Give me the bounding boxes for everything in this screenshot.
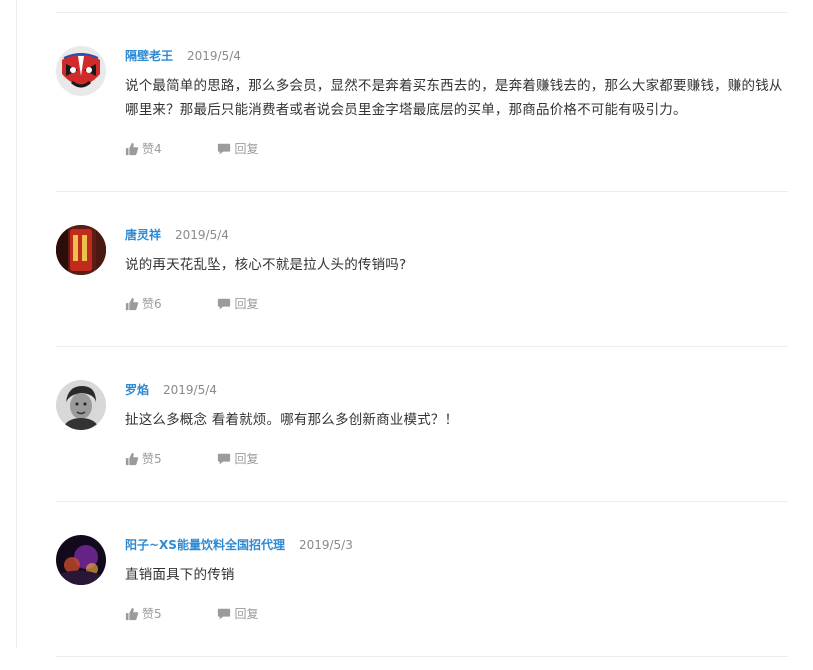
comment-divider (56, 191, 788, 192)
reply-button[interactable]: 回复 (217, 140, 258, 157)
comment-meta: 隔壁老王 2019/5/4 (125, 46, 788, 66)
reply-label: 回复 (234, 607, 259, 621)
comment-item: 罗焰 2019/5/4 扯这么多概念 看着就烦。哪有那么多创新商业模式？！ 赞5 … (56, 380, 788, 502)
comment-actions: 赞5 回复 (125, 605, 788, 625)
reply-button[interactable]: 回复 (217, 450, 258, 467)
like-button[interactable]: 赞6 (125, 295, 162, 312)
comment-text: 直销面具下的传销 (125, 567, 235, 583)
comment-text: 说的再天花乱坠，核心不就是拉人头的传销吗? (125, 257, 407, 273)
speech-bubble-icon (218, 298, 231, 309)
like-count: 赞6 (142, 297, 162, 311)
comment-item: 阳子~XS能量饮料全国招代理 2019/5/3 直销面具下的传销 赞5 回复 (56, 535, 788, 657)
comment-body: 阳子~XS能量饮料全国招代理 2019/5/3 直销面具下的传销 赞5 回复 (125, 535, 788, 625)
avatar[interactable] (56, 46, 106, 96)
comment-meta: 阳子~XS能量饮料全国招代理 2019/5/3 (125, 535, 788, 555)
author-name[interactable]: 罗焰 (125, 383, 149, 397)
thumbs-up-icon (125, 297, 139, 310)
comment-divider (56, 346, 788, 347)
comment-body: 隔壁老王 2019/5/4 说个最简单的思路，那么多会员，显然不是奔着买东西去的，… (125, 46, 788, 160)
left-rule (16, 0, 17, 648)
comment-body: 唐灵祥 2019/5/4 说的再天花乱坠，核心不就是拉人头的传销吗? 赞6 回复 (125, 225, 788, 315)
comment-item: 唐灵祥 2019/5/4 说的再天花乱坠，核心不就是拉人头的传销吗? 赞6 回复 (56, 225, 788, 347)
thumbs-up-icon (125, 142, 139, 155)
speech-bubble-icon (218, 453, 231, 464)
comment-meta: 罗焰 2019/5/4 (125, 380, 788, 400)
comment-divider (56, 501, 788, 502)
like-count: 赞5 (142, 452, 162, 466)
comment-body: 罗焰 2019/5/4 扯这么多概念 看着就烦。哪有那么多创新商业模式？！ 赞5 … (125, 380, 788, 470)
thumbs-up-icon (125, 607, 139, 620)
comment-text: 扯这么多概念 看着就烦。哪有那么多创新商业模式？！ (125, 412, 459, 428)
comment-meta: 唐灵祥 2019/5/4 (125, 225, 788, 245)
comment-actions: 赞6 回复 (125, 295, 788, 315)
lantern-avatar-image (56, 225, 106, 275)
like-button[interactable]: 赞5 (125, 605, 162, 622)
reply-label: 回复 (234, 452, 259, 466)
comment-text: 说个最简单的思路，那么多会员，显然不是奔着买东西去的，是奔着赚钱去的，那么大家都… (125, 78, 783, 118)
comment-date: 2019/5/3 (298, 538, 353, 552)
reply-button[interactable]: 回复 (217, 295, 258, 312)
top-divider (56, 12, 788, 13)
speech-bubble-icon (218, 608, 231, 619)
like-button[interactable]: 赞4 (125, 140, 162, 157)
night-lights-avatar-image (56, 535, 106, 585)
comment-item: 隔壁老王 2019/5/4 说个最简单的思路，那么多会员，显然不是奔着买东西去的，… (56, 46, 788, 192)
author-name[interactable]: 阳子~XS能量饮料全国招代理 (125, 538, 285, 552)
avatar[interactable] (56, 225, 106, 275)
avatar[interactable] (56, 380, 106, 430)
reply-button[interactable]: 回复 (217, 605, 258, 622)
opera-mask-avatar-image (56, 46, 106, 96)
speech-bubble-icon (218, 143, 231, 154)
comment-divider (56, 656, 788, 657)
avatar[interactable] (56, 535, 106, 585)
comment-actions: 赞5 回复 (125, 450, 788, 470)
reply-label: 回复 (234, 297, 259, 311)
comment-date: 2019/5/4 (175, 228, 229, 242)
author-name[interactable]: 隔壁老王 (125, 49, 173, 63)
comment-date: 2019/5/4 (163, 383, 217, 397)
author-name[interactable]: 唐灵祥 (125, 228, 161, 242)
comment-date: 2019/5/4 (187, 49, 241, 63)
like-count: 赞4 (142, 142, 162, 156)
thumbs-up-icon (125, 452, 139, 465)
like-button[interactable]: 赞5 (125, 450, 162, 467)
reply-label: 回复 (234, 142, 259, 156)
comment-actions: 赞4 回复 (125, 140, 788, 160)
portrait-avatar-image (56, 380, 106, 430)
like-count: 赞5 (142, 607, 162, 621)
